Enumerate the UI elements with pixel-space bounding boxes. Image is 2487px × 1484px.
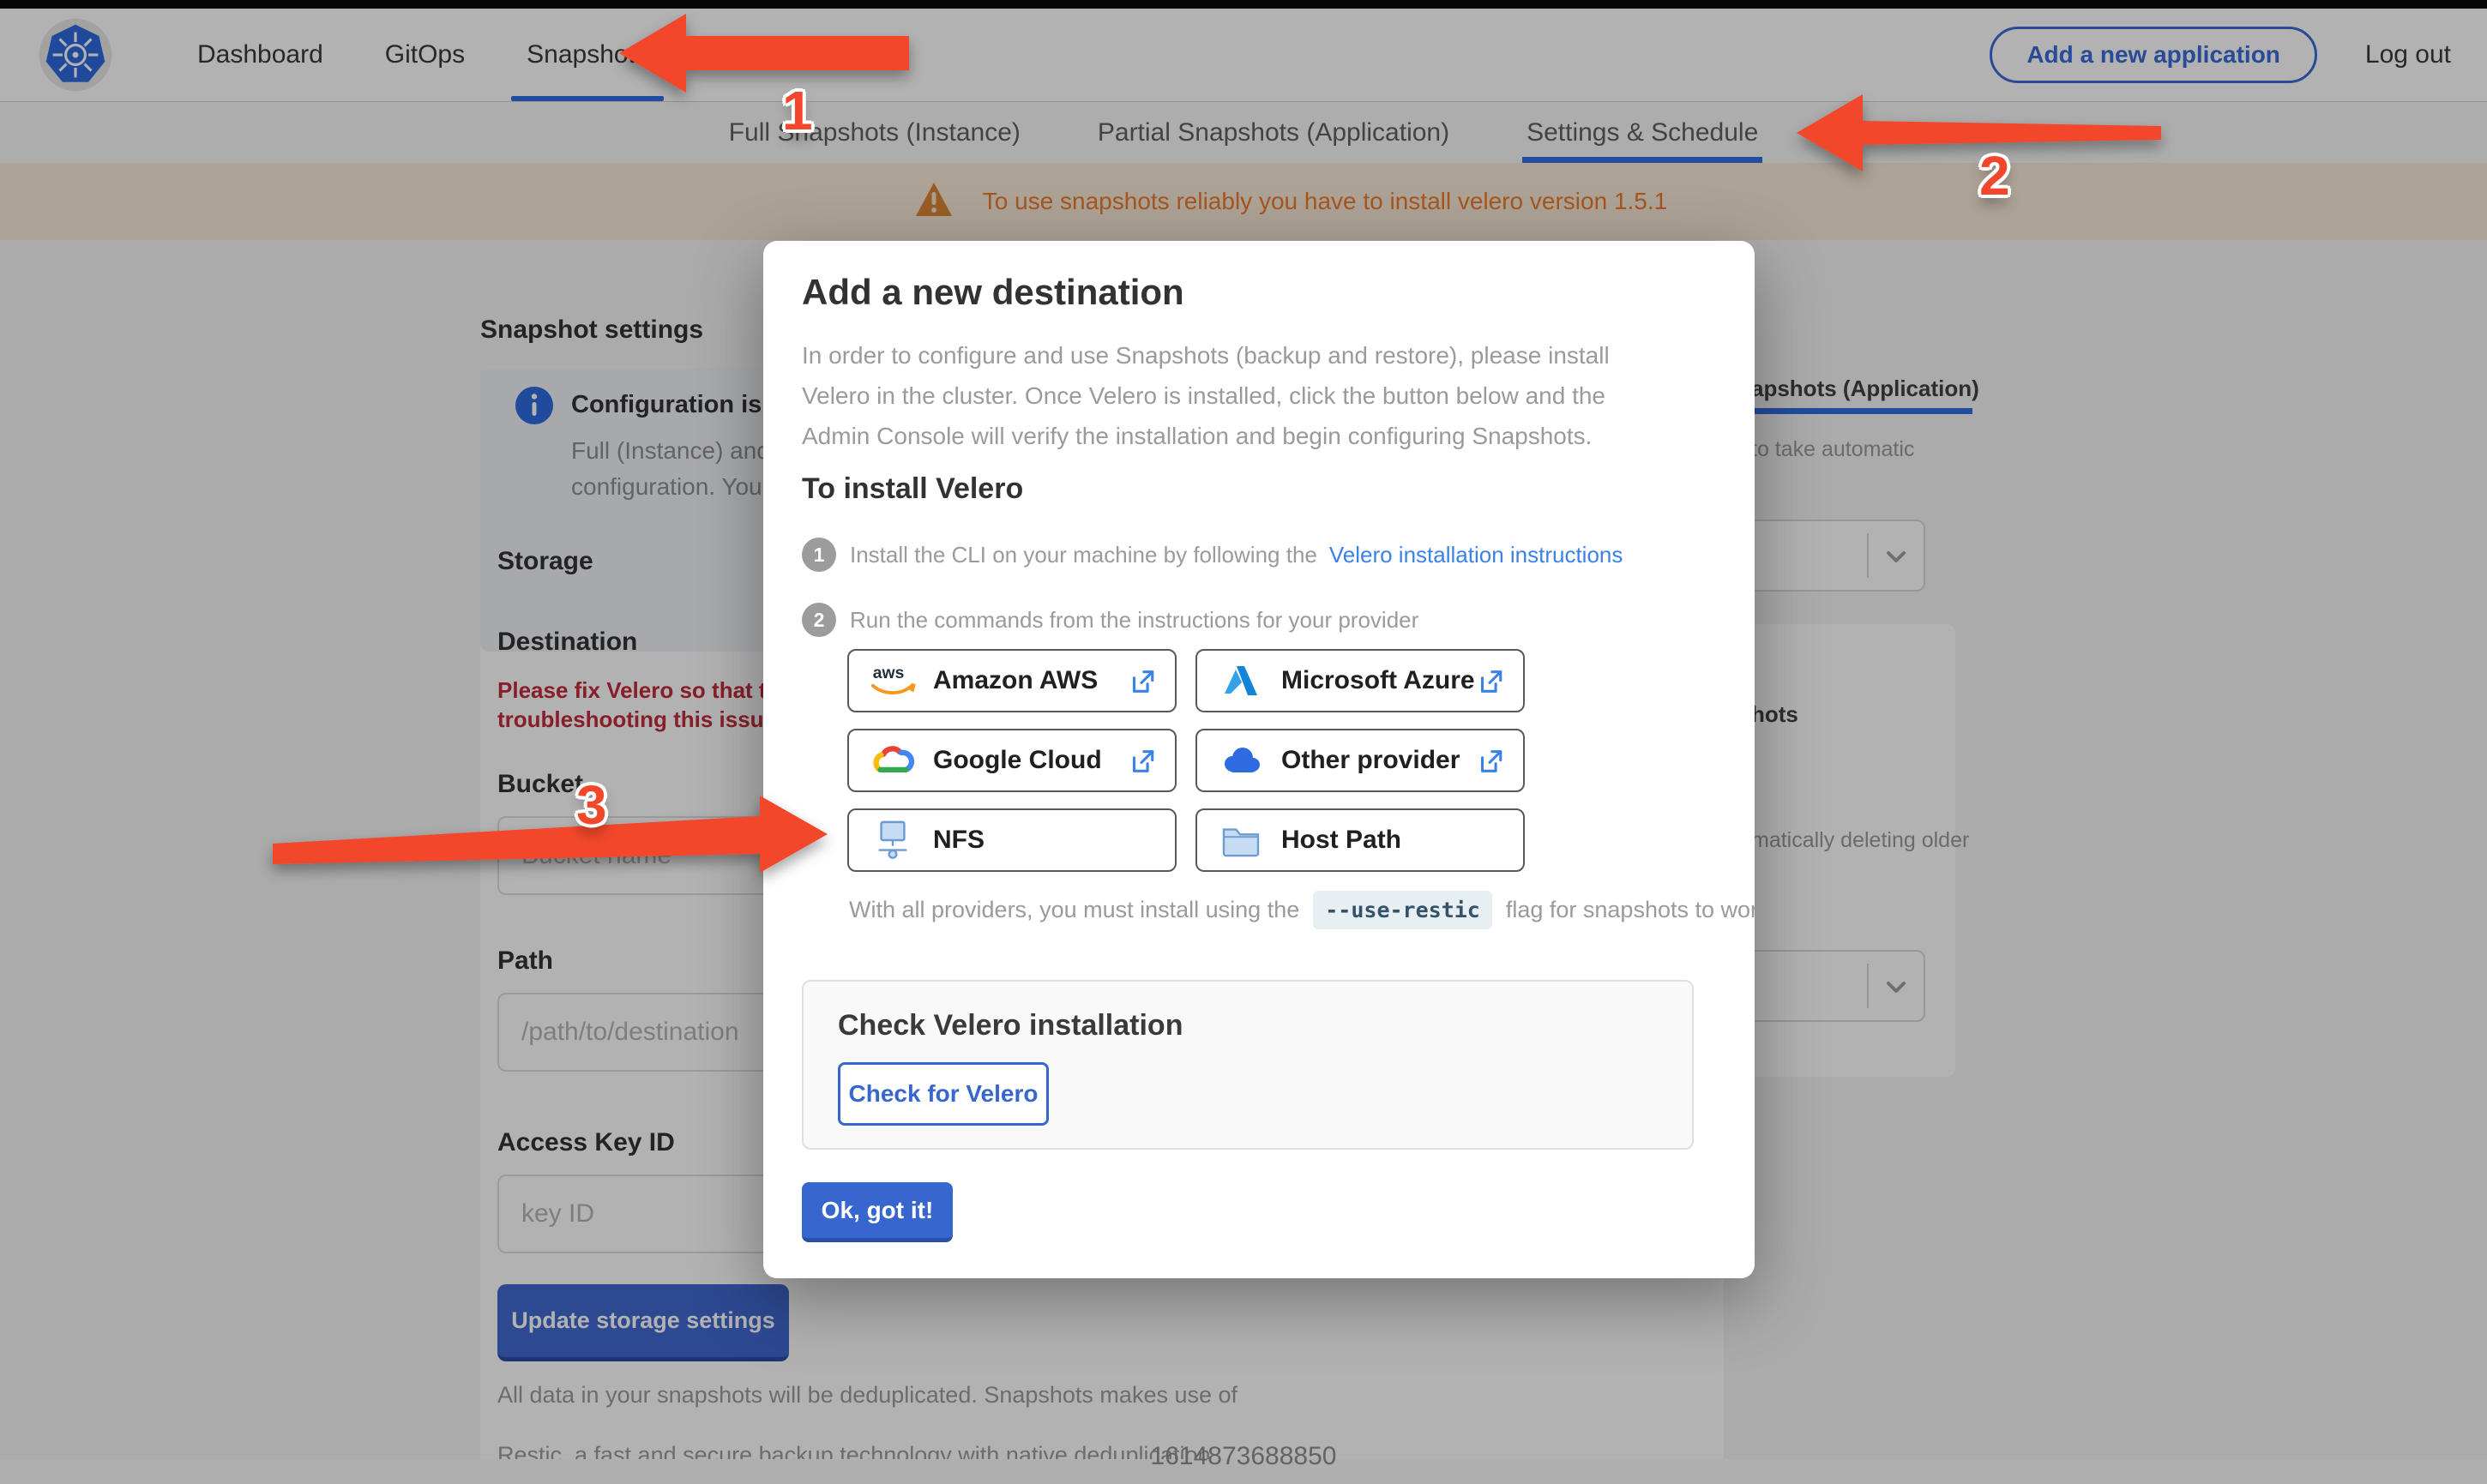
- add-destination-modal: Add a new destination In order to config…: [763, 241, 1755, 1278]
- provider-label: Host Path: [1281, 826, 1401, 855]
- provider-button-aws[interactable]: aws Amazon AWS: [847, 649, 1177, 712]
- aws-logo: aws: [868, 661, 918, 700]
- nfs-icon: [868, 819, 918, 862]
- install-step-1: 1 Install the CLI on your machine by fol…: [802, 538, 1623, 572]
- check-for-velero-button[interactable]: Check for Velero: [838, 1062, 1049, 1126]
- svg-text:aws: aws: [873, 664, 905, 682]
- step-text: Run the commands from the instructions f…: [850, 607, 1418, 634]
- provider-button-azure[interactable]: Microsoft Azure: [1195, 649, 1525, 712]
- external-link-icon: [1127, 747, 1156, 780]
- provider-button-google-cloud[interactable]: Google Cloud: [847, 729, 1177, 792]
- step-number-badge: 1: [802, 538, 836, 572]
- azure-logo: [1216, 662, 1266, 700]
- folder-icon: [1216, 823, 1266, 857]
- external-link-icon: [1475, 747, 1504, 780]
- cloud-icon: [1216, 743, 1266, 778]
- modal-paragraph-line: Admin Console will verify the installati…: [802, 423, 1592, 450]
- external-link-icon: [1127, 667, 1156, 700]
- provider-label: Amazon AWS: [933, 666, 1098, 695]
- modal-title: Add a new destination: [802, 272, 1184, 313]
- modal-paragraph-line: In order to configure and use Snapshots …: [802, 342, 1610, 369]
- ok-got-it-button[interactable]: Ok, got it!: [802, 1182, 953, 1242]
- provider-label: Google Cloud: [933, 746, 1102, 775]
- use-restic-flag-code: --use-restic: [1313, 891, 1492, 929]
- install-step-2: 2 Run the commands from the instructions…: [802, 603, 1418, 637]
- step-number-badge: 2: [802, 603, 836, 637]
- provider-label: NFS: [933, 826, 985, 855]
- screen: Dashboard GitOps Snapshots Add a new app…: [0, 0, 2487, 1484]
- restic-note: With all providers, you must install usi…: [849, 891, 1755, 929]
- check-velero-heading: Check Velero installation: [838, 1009, 1183, 1042]
- step-text: Install the CLI on your machine by follo…: [850, 542, 1317, 568]
- install-velero-heading: To install Velero: [802, 472, 1023, 506]
- provider-button-host-path[interactable]: Host Path: [1195, 808, 1525, 872]
- external-link-icon: [1475, 667, 1504, 700]
- provider-button-nfs[interactable]: NFS: [847, 808, 1177, 872]
- modal-paragraph-line: Velero in the cluster. Once Velero is in…: [802, 382, 1605, 410]
- provider-button-other[interactable]: Other provider: [1195, 729, 1525, 792]
- velero-instructions-link[interactable]: Velero installation instructions: [1329, 542, 1623, 568]
- provider-label: Microsoft Azure: [1281, 666, 1475, 695]
- google-cloud-logo: [868, 742, 918, 779]
- provider-label: Other provider: [1281, 746, 1460, 775]
- restic-note-suffix: flag for snapshots to work.: [1506, 897, 1755, 923]
- restic-note-prefix: With all providers, you must install usi…: [849, 897, 1299, 923]
- check-velero-section: Check Velero installation Check for Vele…: [802, 980, 1694, 1150]
